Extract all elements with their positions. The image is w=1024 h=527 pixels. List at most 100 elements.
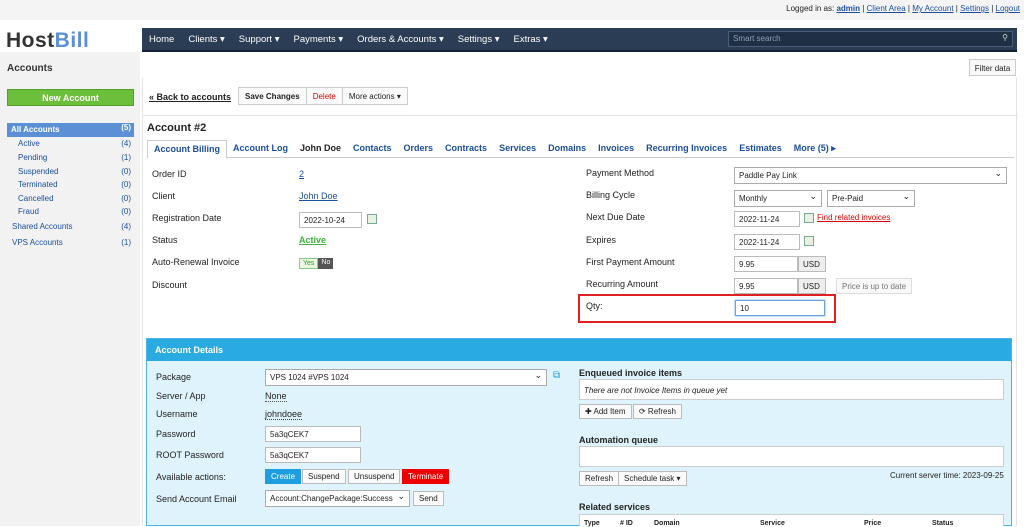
tab-domains[interactable]: Domains <box>542 140 592 157</box>
client-area-link[interactable]: Client Area <box>867 4 906 13</box>
order-id-label: Order ID <box>152 169 187 179</box>
nav-clients[interactable]: Clients ▾ <box>188 34 224 45</box>
qty-highlight-box <box>578 294 836 323</box>
sidebar-item-count: (0) <box>121 207 131 216</box>
delete-button[interactable]: Delete <box>307 88 343 104</box>
tab-orders[interactable]: Orders <box>398 140 440 157</box>
sidebar-item-fraud[interactable]: Fraud (0) <box>7 207 134 220</box>
back-to-accounts-link[interactable]: « Back to accounts <box>149 92 231 102</box>
status-label: Status <box>152 235 178 245</box>
my-account-link[interactable]: My Account <box>912 4 953 13</box>
sidebar-item-label: VPS Accounts <box>12 238 63 247</box>
nav-home[interactable]: Home <box>149 34 174 45</box>
password-label: Password <box>156 429 196 439</box>
server-app-label: Server / App <box>156 391 206 401</box>
next-due-date-label: Next Due Date <box>586 212 646 222</box>
sidebar-item-label: Active <box>18 139 40 148</box>
recurring-amount-input[interactable]: 9.95 <box>734 278 798 294</box>
sidebar-item-vps-accounts[interactable]: VPS Accounts (1) <box>7 238 134 251</box>
server-time: Current server time: 2023-09-25 <box>890 471 1004 480</box>
registration-date-label: Registration Date <box>152 213 222 223</box>
discount-label: Discount <box>152 280 188 290</box>
save-changes-button[interactable]: Save Changes <box>239 88 307 104</box>
tab-contracts[interactable]: Contracts <box>439 140 493 157</box>
sidebar-item-label: Pending <box>18 153 48 162</box>
auto-renewal-toggle[interactable]: Yes No <box>299 258 334 269</box>
nav-support[interactable]: Support ▾ <box>239 34 280 45</box>
username-label: Username <box>156 409 198 419</box>
search-placeholder: Smart search <box>733 34 781 43</box>
nav-extras[interactable]: Extras ▾ <box>513 34 547 45</box>
new-account-button[interactable]: New Account <box>7 89 134 106</box>
calendar-icon[interactable] <box>804 236 814 246</box>
tab-services[interactable]: Services <box>493 140 542 157</box>
first-payment-input[interactable]: 9.95 <box>734 256 798 272</box>
sidebar-item-active[interactable]: Active (4) <box>7 139 134 152</box>
package-select[interactable]: VPS 1024 #VPS 1024 <box>265 369 547 386</box>
password-input[interactable]: 5a3qCEK7 <box>265 426 361 442</box>
send-button[interactable]: Send <box>413 491 444 506</box>
billing-type-select[interactable]: Pre-Paid <box>827 190 915 207</box>
sidebar-item-count: (0) <box>121 194 131 203</box>
tab-estimates[interactable]: Estimates <box>733 140 788 157</box>
sidebar-item-all-accounts[interactable]: All Accounts (5) <box>7 123 134 137</box>
calendar-icon[interactable] <box>367 214 377 224</box>
create-button[interactable]: Create <box>265 469 302 484</box>
billing-cycle-select[interactable]: Monthly <box>734 190 822 207</box>
recurring-amount-label: Recurring Amount <box>586 279 659 289</box>
order-id-link[interactable]: 2 <box>299 169 304 179</box>
tab-recurring-invoices[interactable]: Recurring Invoices <box>640 140 733 157</box>
next-due-date-input[interactable]: 2022-11-24 <box>734 211 800 227</box>
automation-title: Automation queue <box>579 435 658 445</box>
status-value[interactable]: Active <box>299 235 326 245</box>
email-template-select[interactable]: Account:ChangePackage:Success <box>265 490 410 507</box>
schedule-task-button[interactable]: Schedule task ▾ <box>618 471 687 486</box>
terminate-button[interactable]: Terminate <box>402 469 450 484</box>
sidebar-item-cancelled[interactable]: Cancelled (0) <box>7 194 134 207</box>
tab-invoices[interactable]: Invoices <box>592 140 640 157</box>
sidebar-item-terminated[interactable]: Terminated (0) <box>7 180 134 193</box>
payment-method-select[interactable]: Paddle Pay Link <box>734 167 1007 184</box>
sidebar-title: Accounts <box>7 63 53 74</box>
tab-more[interactable]: More (5) ▸ <box>788 140 842 157</box>
hostbill-logo[interactable]: HostBill <box>6 29 89 53</box>
user-link[interactable]: admin <box>836 4 860 13</box>
suspend-button[interactable]: Suspend <box>302 469 346 484</box>
refresh-button[interactable]: ⟳ Refresh <box>633 404 682 419</box>
action-button-group: Save Changes Delete More actions ▾ <box>238 87 408 105</box>
sidebar-item-pending[interactable]: Pending (1) <box>7 153 134 166</box>
smart-search-input[interactable]: Smart search ⚲ <box>728 31 1013 47</box>
logo-bill: Bill <box>54 29 90 52</box>
sidebar-item-count: (0) <box>121 180 131 189</box>
nav-orders-accounts[interactable]: Orders & Accounts ▾ <box>357 34 444 45</box>
search-icon[interactable]: ⚲ <box>1002 33 1008 42</box>
refresh-queue-button[interactable]: Refresh <box>579 471 620 486</box>
unsuspend-button[interactable]: Unsuspend <box>348 469 401 484</box>
logout-link[interactable]: Logout <box>996 4 1020 13</box>
username-value[interactable]: johndoee <box>265 409 303 420</box>
settings-link[interactable]: Settings <box>960 4 989 13</box>
yes-option[interactable]: Yes <box>299 258 319 269</box>
sidebar-item-shared-accounts[interactable]: Shared Accounts (4) <box>7 222 134 235</box>
add-item-button[interactable]: ✚ Add Item <box>579 404 632 419</box>
registration-date-input[interactable]: 2022-10-24 <box>299 212 362 228</box>
account-details-panel: Account Details Package VPS 1024 #VPS 10… <box>146 338 1012 527</box>
client-link[interactable]: John Doe <box>299 191 338 201</box>
tab-account-billing[interactable]: Account Billing <box>147 140 227 159</box>
filter-data-button[interactable]: Filter data <box>969 59 1016 76</box>
root-password-input[interactable]: 5a3qCEK7 <box>265 447 361 463</box>
nav-payments[interactable]: Payments ▾ <box>293 34 343 45</box>
account-details-header: Account Details <box>147 339 1011 361</box>
external-link-icon[interactable]: ⧉ <box>553 370 560 381</box>
tab-account-log[interactable]: Account Log <box>227 140 294 157</box>
no-option[interactable]: No <box>318 258 334 269</box>
more-actions-button[interactable]: More actions ▾ <box>343 88 407 104</box>
calendar-icon[interactable] <box>804 213 814 223</box>
find-related-invoices-link[interactable]: Find related invoices <box>817 213 890 222</box>
server-app-value[interactable]: None <box>265 391 287 402</box>
expires-input[interactable]: 2022-11-24 <box>734 234 800 250</box>
tab-client-name[interactable]: John Doe <box>294 140 347 157</box>
sidebar-item-suspended[interactable]: Suspended (0) <box>7 167 134 180</box>
tab-contacts[interactable]: Contacts <box>347 140 398 157</box>
nav-settings[interactable]: Settings ▾ <box>458 34 500 45</box>
